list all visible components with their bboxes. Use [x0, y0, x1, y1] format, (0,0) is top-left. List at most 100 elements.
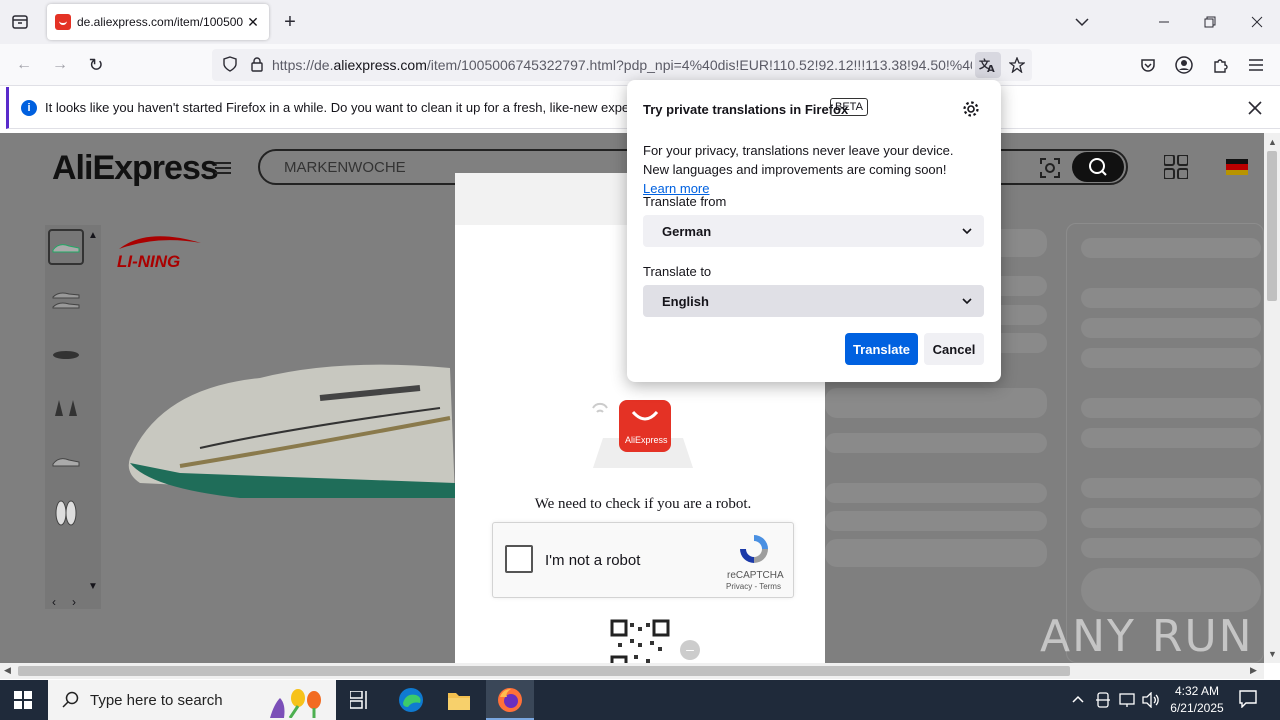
shield-icon[interactable] — [222, 55, 238, 75]
active-tab[interactable]: de.aliexpress.com/item/100500 ✕ — [47, 4, 269, 40]
chevron-down-icon[interactable] — [1068, 8, 1096, 36]
thumbnail-1[interactable] — [48, 229, 84, 265]
horizontal-scroll-thumb[interactable] — [18, 666, 1070, 676]
clock-time: 4:32 AM — [1174, 684, 1220, 698]
recaptcha-checkbox[interactable] — [505, 545, 533, 573]
windows-taskbar: Type here to search 4:32 AM 6/21/2025 — [0, 680, 1280, 720]
to-language-value: English — [662, 293, 709, 309]
qr-code — [610, 619, 670, 663]
next-image-icon[interactable]: › — [72, 595, 76, 609]
placeholder-block — [825, 539, 1047, 567]
thumbnail-2[interactable] — [48, 283, 84, 319]
side-panel — [1066, 223, 1264, 663]
menu-icon[interactable] — [1242, 51, 1270, 79]
tulips-icon — [260, 684, 330, 720]
taskbar-search-input[interactable]: Type here to search — [48, 680, 336, 720]
forward-icon[interactable]: → — [46, 51, 74, 79]
recaptcha-widget: I'm not a robot reCAPTCHA Privacy - Term… — [492, 522, 794, 598]
thumbnail-4[interactable] — [48, 390, 84, 426]
restore-icon[interactable] — [1196, 8, 1224, 36]
thumbnail-5[interactable] — [48, 443, 84, 479]
thumbnail-3[interactable] — [48, 337, 84, 373]
file-explorer-icon[interactable] — [447, 689, 471, 714]
chevron-down-icon — [962, 297, 972, 304]
device-icon[interactable] — [1096, 692, 1110, 711]
to-language-select[interactable]: English — [643, 285, 984, 317]
url-bar[interactable]: https://de.aliexpress.com/item/100500674… — [212, 49, 1032, 81]
categories-menu-icon[interactable] — [215, 161, 231, 178]
thumbnail-6[interactable] — [48, 495, 84, 531]
show-hidden-icons-icon[interactable] — [1072, 692, 1084, 706]
vertical-scroll-thumb[interactable] — [1267, 151, 1277, 301]
german-flag-icon[interactable] — [1226, 159, 1248, 175]
notification-text: It looks like you haven't started Firefo… — [45, 100, 684, 115]
watermark: ANY RUN — [1040, 611, 1254, 662]
placeholder-block — [825, 433, 1047, 453]
clock-date: 6/21/2025 — [1170, 701, 1224, 715]
captcha-illustration: AliExpress — [573, 378, 713, 478]
product-image[interactable] — [120, 348, 460, 511]
lock-icon[interactable] — [250, 56, 264, 75]
network-icon[interactable] — [1119, 692, 1135, 711]
camera-search-icon[interactable] — [1040, 158, 1060, 181]
recaptcha-label: I'm not a robot — [545, 552, 641, 569]
cancel-button[interactable]: Cancel — [924, 333, 984, 365]
prev-image-icon[interactable]: ‹ — [52, 595, 56, 609]
close-notification-icon[interactable] — [1241, 94, 1269, 122]
reload-icon[interactable]: ↻ — [82, 51, 110, 79]
aliexpress-logo[interactable]: AliExpress — [52, 149, 219, 188]
close-window-icon[interactable] — [1243, 8, 1271, 36]
info-icon: i — [21, 99, 37, 116]
brand-name: LI-NING — [117, 252, 181, 271]
url-text: https://de.aliexpress.com/item/100500674… — [272, 57, 972, 73]
notifications-icon[interactable] — [1239, 690, 1257, 711]
captcha-message: We need to check if you are a robot. — [534, 496, 752, 512]
tab-bar: de.aliexpress.com/item/100500 ✕ + — [0, 0, 1280, 44]
app-qr-icon[interactable] — [1163, 154, 1189, 182]
chevron-down-icon — [962, 227, 972, 234]
recaptcha-logo-icon — [737, 533, 771, 568]
beta-badge: BETA — [830, 98, 868, 116]
thumbnails-up-icon[interactable]: ▲ — [88, 230, 98, 241]
bookmark-star-icon[interactable] — [1003, 51, 1031, 79]
back-icon[interactable]: ← — [10, 51, 38, 79]
captcha-badge-text: AliExpress — [625, 435, 668, 445]
thumbnails-down-icon[interactable]: ▼ — [88, 581, 98, 592]
minimize-icon[interactable] — [1150, 8, 1178, 36]
thumbnail-strip — [45, 225, 101, 609]
settings-gear-icon[interactable] — [962, 100, 980, 121]
clock[interactable]: 4:32 AM 6/21/2025 — [1164, 683, 1230, 717]
account-icon[interactable] — [1170, 51, 1198, 79]
firefox-taskbar-button[interactable] — [486, 680, 534, 720]
translate-button[interactable]: Translate — [845, 333, 918, 365]
extensions-icon[interactable] — [1206, 51, 1234, 79]
translate-icon[interactable]: 文A — [975, 52, 1001, 78]
tab-list-icon[interactable] — [6, 8, 34, 36]
brand-logo-icon — [117, 231, 203, 254]
tab-title: de.aliexpress.com/item/100500 — [77, 15, 244, 29]
search-icon — [62, 691, 79, 708]
firefox-icon — [498, 688, 522, 712]
task-view-icon[interactable] — [349, 690, 370, 712]
taskbar-search-placeholder: Type here to search — [90, 691, 223, 709]
panel-body: For your privacy, translations never lea… — [643, 143, 954, 196]
from-language-select[interactable]: German — [643, 215, 984, 247]
horizontal-scrollbar[interactable]: ◀ ▶ — [0, 663, 1264, 679]
panel-title: Try private translations in Firefox — [643, 102, 849, 117]
placeholder-block — [825, 511, 1047, 531]
search-placeholder: MARKENWOCHE — [284, 159, 406, 176]
volume-icon[interactable] — [1142, 691, 1160, 711]
from-language-value: German — [662, 223, 712, 239]
vertical-scrollbar[interactable]: ▲ ▼ — [1264, 133, 1280, 663]
translation-panel: Try private translations in Firefox BETA… — [627, 80, 1001, 382]
windows-start-icon[interactable] — [14, 691, 32, 712]
to-label: Translate to — [643, 264, 712, 279]
new-tab-icon[interactable]: + — [276, 8, 304, 36]
collapse-icon[interactable]: – — [680, 640, 700, 660]
pocket-icon[interactable] — [1134, 51, 1162, 79]
edge-browser-icon[interactable] — [398, 687, 424, 716]
recaptcha-links[interactable]: Privacy - Terms — [726, 582, 781, 591]
search-button[interactable] — [1072, 152, 1124, 182]
close-tab-icon[interactable]: ✕ — [245, 14, 261, 31]
placeholder-block — [825, 388, 1047, 418]
